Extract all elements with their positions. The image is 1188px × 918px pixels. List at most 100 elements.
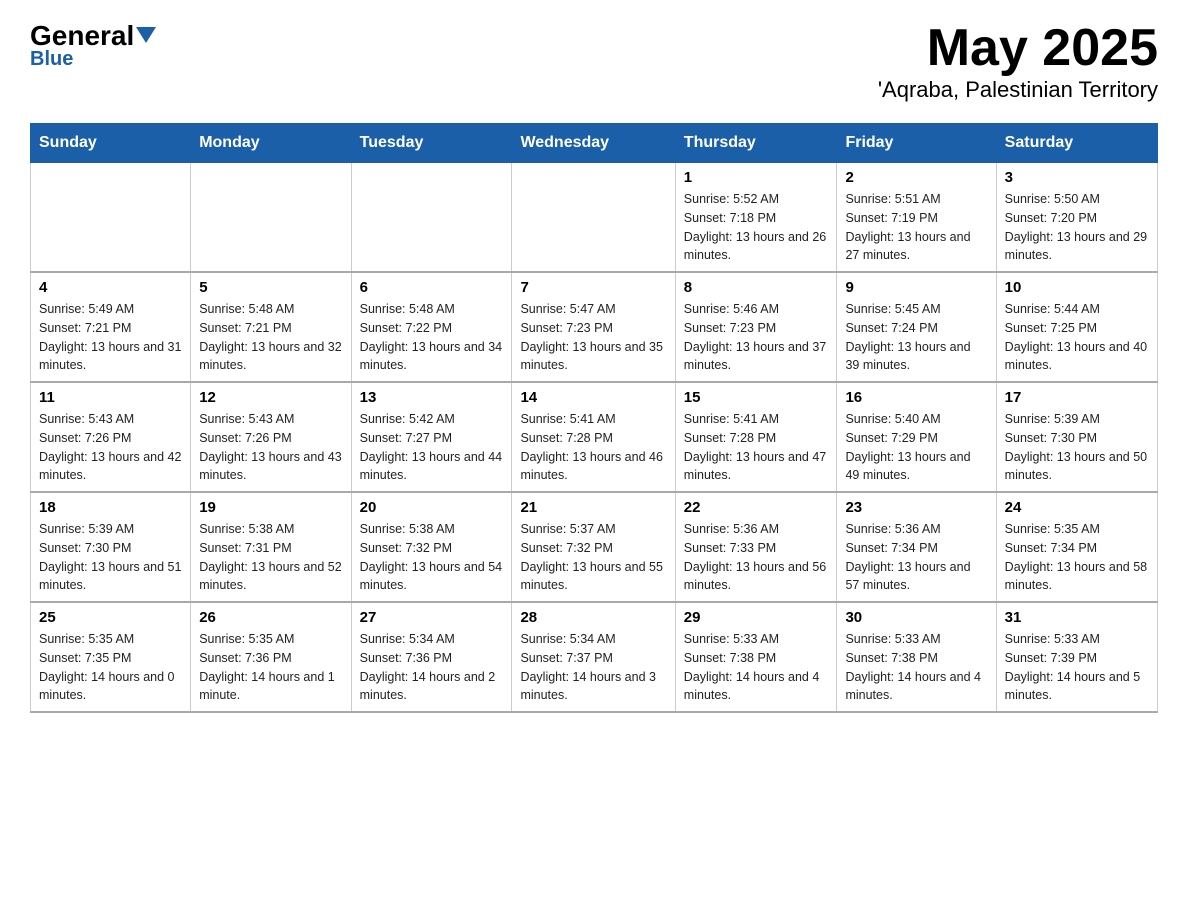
table-row: 4 Sunrise: 5:49 AMSunset: 7:21 PMDaylight… bbox=[31, 272, 191, 382]
calendar-week-row: 4 Sunrise: 5:49 AMSunset: 7:21 PMDaylight… bbox=[31, 272, 1158, 382]
page-header: General Blue May 2025 'Aqraba, Palestini… bbox=[30, 20, 1158, 103]
table-row bbox=[512, 163, 675, 273]
day-number: 28 bbox=[520, 609, 666, 626]
day-number: 24 bbox=[1005, 499, 1149, 516]
day-info: Sunrise: 5:48 AMSunset: 7:21 PMDaylight:… bbox=[199, 300, 342, 375]
table-row: 9Sunrise: 5:45 AMSunset: 7:24 PMDaylight… bbox=[837, 272, 996, 382]
day-info: Sunrise: 5:33 AMSunset: 7:38 PMDaylight:… bbox=[845, 630, 987, 705]
table-row: 19 Sunrise: 5:38 AMSunset: 7:31 PMDayligh… bbox=[191, 492, 351, 602]
day-info: Sunrise: 5:33 AMSunset: 7:38 PMDaylight:… bbox=[684, 630, 829, 705]
day-number: 6 bbox=[360, 279, 504, 296]
day-info: Sunrise: 5:39 AMSunset: 7:30 PMDaylight:… bbox=[1005, 410, 1149, 485]
day-number: 5 bbox=[199, 279, 342, 296]
day-info: Sunrise: 5:42 AMSunset: 7:27 PMDaylight:… bbox=[360, 410, 504, 485]
day-number: 20 bbox=[360, 499, 504, 516]
logo: General Blue bbox=[30, 20, 156, 71]
table-row: 13 Sunrise: 5:42 AMSunset: 7:27 PMDayligh… bbox=[351, 382, 512, 492]
header-friday: Friday bbox=[837, 124, 996, 163]
table-row bbox=[351, 163, 512, 273]
day-number: 16 bbox=[845, 389, 987, 406]
day-info: Sunrise: 5:40 AMSunset: 7:29 PMDaylight:… bbox=[845, 410, 987, 485]
header-tuesday: Tuesday bbox=[351, 124, 512, 163]
day-number: 19 bbox=[199, 499, 342, 516]
day-number: 1 bbox=[684, 169, 829, 186]
day-info: Sunrise: 5:36 AMSunset: 7:34 PMDaylight:… bbox=[845, 520, 987, 595]
day-number: 31 bbox=[1005, 609, 1149, 626]
day-number: 12 bbox=[199, 389, 342, 406]
day-info: Sunrise: 5:49 AMSunset: 7:21 PMDaylight:… bbox=[39, 300, 182, 375]
day-info: Sunrise: 5:37 AMSunset: 7:32 PMDaylight:… bbox=[520, 520, 666, 595]
day-info: Sunrise: 5:44 AMSunset: 7:25 PMDaylight:… bbox=[1005, 300, 1149, 375]
day-info: Sunrise: 5:43 AMSunset: 7:26 PMDaylight:… bbox=[39, 410, 182, 485]
day-number: 3 bbox=[1005, 169, 1149, 186]
table-row bbox=[191, 163, 351, 273]
table-row: 1 Sunrise: 5:52 AMSunset: 7:18 PMDaylight… bbox=[675, 163, 837, 273]
calendar-week-row: 18 Sunrise: 5:39 AMSunset: 7:30 PMDayligh… bbox=[31, 492, 1158, 602]
table-row: 28 Sunrise: 5:34 AMSunset: 7:37 PMDayligh… bbox=[512, 602, 675, 712]
logo-triangle-icon bbox=[136, 27, 156, 43]
table-row: 20 Sunrise: 5:38 AMSunset: 7:32 PMDayligh… bbox=[351, 492, 512, 602]
day-number: 30 bbox=[845, 609, 987, 626]
table-row: 16 Sunrise: 5:40 AMSunset: 7:29 PMDayligh… bbox=[837, 382, 996, 492]
day-info: Sunrise: 5:34 AMSunset: 7:37 PMDaylight:… bbox=[520, 630, 666, 705]
table-row: 24 Sunrise: 5:35 AMSunset: 7:34 PMDayligh… bbox=[996, 492, 1157, 602]
day-info: Sunrise: 5:48 AMSunset: 7:22 PMDaylight:… bbox=[360, 300, 504, 375]
day-number: 18 bbox=[39, 499, 182, 516]
table-row: 10 Sunrise: 5:44 AMSunset: 7:25 PMDayligh… bbox=[996, 272, 1157, 382]
table-row: 2Sunrise: 5:51 AMSunset: 7:19 PMDaylight… bbox=[837, 163, 996, 273]
day-info: Sunrise: 5:46 AMSunset: 7:23 PMDaylight:… bbox=[684, 300, 829, 375]
day-info: Sunrise: 5:43 AMSunset: 7:26 PMDaylight:… bbox=[199, 410, 342, 485]
day-info: Sunrise: 5:52 AMSunset: 7:18 PMDaylight:… bbox=[684, 190, 829, 265]
table-row: 17 Sunrise: 5:39 AMSunset: 7:30 PMDayligh… bbox=[996, 382, 1157, 492]
day-number: 23 bbox=[845, 499, 987, 516]
day-number: 27 bbox=[360, 609, 504, 626]
header-monday: Monday bbox=[191, 124, 351, 163]
day-info: Sunrise: 5:47 AMSunset: 7:23 PMDaylight:… bbox=[520, 300, 666, 375]
day-number: 14 bbox=[520, 389, 666, 406]
table-row: 8 Sunrise: 5:46 AMSunset: 7:23 PMDaylight… bbox=[675, 272, 837, 382]
day-number: 11 bbox=[39, 389, 182, 406]
calendar-subtitle: 'Aqraba, Palestinian Territory bbox=[878, 77, 1158, 103]
table-row: 11 Sunrise: 5:43 AMSunset: 7:26 PMDayligh… bbox=[31, 382, 191, 492]
header-thursday: Thursday bbox=[675, 124, 837, 163]
day-info: Sunrise: 5:36 AMSunset: 7:33 PMDaylight:… bbox=[684, 520, 829, 595]
day-number: 17 bbox=[1005, 389, 1149, 406]
calendar-week-row: 1 Sunrise: 5:52 AMSunset: 7:18 PMDaylight… bbox=[31, 163, 1158, 273]
day-number: 25 bbox=[39, 609, 182, 626]
day-info: Sunrise: 5:35 AMSunset: 7:34 PMDaylight:… bbox=[1005, 520, 1149, 595]
day-number: 21 bbox=[520, 499, 666, 516]
table-row: 26 Sunrise: 5:35 AMSunset: 7:36 PMDayligh… bbox=[191, 602, 351, 712]
table-row: 12 Sunrise: 5:43 AMSunset: 7:26 PMDayligh… bbox=[191, 382, 351, 492]
day-info: Sunrise: 5:34 AMSunset: 7:36 PMDaylight:… bbox=[360, 630, 504, 705]
table-row: 15Sunrise: 5:41 AMSunset: 7:28 PMDayligh… bbox=[675, 382, 837, 492]
table-row: 29 Sunrise: 5:33 AMSunset: 7:38 PMDayligh… bbox=[675, 602, 837, 712]
day-info: Sunrise: 5:51 AMSunset: 7:19 PMDaylight:… bbox=[845, 190, 987, 265]
calendar-week-row: 11 Sunrise: 5:43 AMSunset: 7:26 PMDayligh… bbox=[31, 382, 1158, 492]
day-number: 10 bbox=[1005, 279, 1149, 296]
day-info: Sunrise: 5:38 AMSunset: 7:32 PMDaylight:… bbox=[360, 520, 504, 595]
table-row: 23 Sunrise: 5:36 AMSunset: 7:34 PMDayligh… bbox=[837, 492, 996, 602]
day-info: Sunrise: 5:35 AMSunset: 7:35 PMDaylight:… bbox=[39, 630, 182, 705]
calendar-week-row: 25 Sunrise: 5:35 AMSunset: 7:35 PMDayligh… bbox=[31, 602, 1158, 712]
day-number: 8 bbox=[684, 279, 829, 296]
table-row: 6 Sunrise: 5:48 AMSunset: 7:22 PMDaylight… bbox=[351, 272, 512, 382]
day-number: 13 bbox=[360, 389, 504, 406]
day-info: Sunrise: 5:50 AMSunset: 7:20 PMDaylight:… bbox=[1005, 190, 1149, 265]
calendar-title: May 2025 bbox=[878, 20, 1158, 77]
day-number: 4 bbox=[39, 279, 182, 296]
day-number: 9 bbox=[845, 279, 987, 296]
table-row: 3 Sunrise: 5:50 AMSunset: 7:20 PMDaylight… bbox=[996, 163, 1157, 273]
header-wednesday: Wednesday bbox=[512, 124, 675, 163]
day-info: Sunrise: 5:39 AMSunset: 7:30 PMDaylight:… bbox=[39, 520, 182, 595]
day-info: Sunrise: 5:38 AMSunset: 7:31 PMDaylight:… bbox=[199, 520, 342, 595]
day-number: 29 bbox=[684, 609, 829, 626]
day-number: 15 bbox=[684, 389, 829, 406]
day-number: 26 bbox=[199, 609, 342, 626]
table-row: 27 Sunrise: 5:34 AMSunset: 7:36 PMDayligh… bbox=[351, 602, 512, 712]
table-row: 14Sunrise: 5:41 AMSunset: 7:28 PMDayligh… bbox=[512, 382, 675, 492]
header-saturday: Saturday bbox=[996, 124, 1157, 163]
table-row: 22Sunrise: 5:36 AMSunset: 7:33 PMDayligh… bbox=[675, 492, 837, 602]
calendar-header-row: Sunday Monday Tuesday Wednesday Thursday… bbox=[31, 124, 1158, 163]
day-info: Sunrise: 5:35 AMSunset: 7:36 PMDaylight:… bbox=[199, 630, 342, 705]
table-row: 30 Sunrise: 5:33 AMSunset: 7:38 PMDayligh… bbox=[837, 602, 996, 712]
